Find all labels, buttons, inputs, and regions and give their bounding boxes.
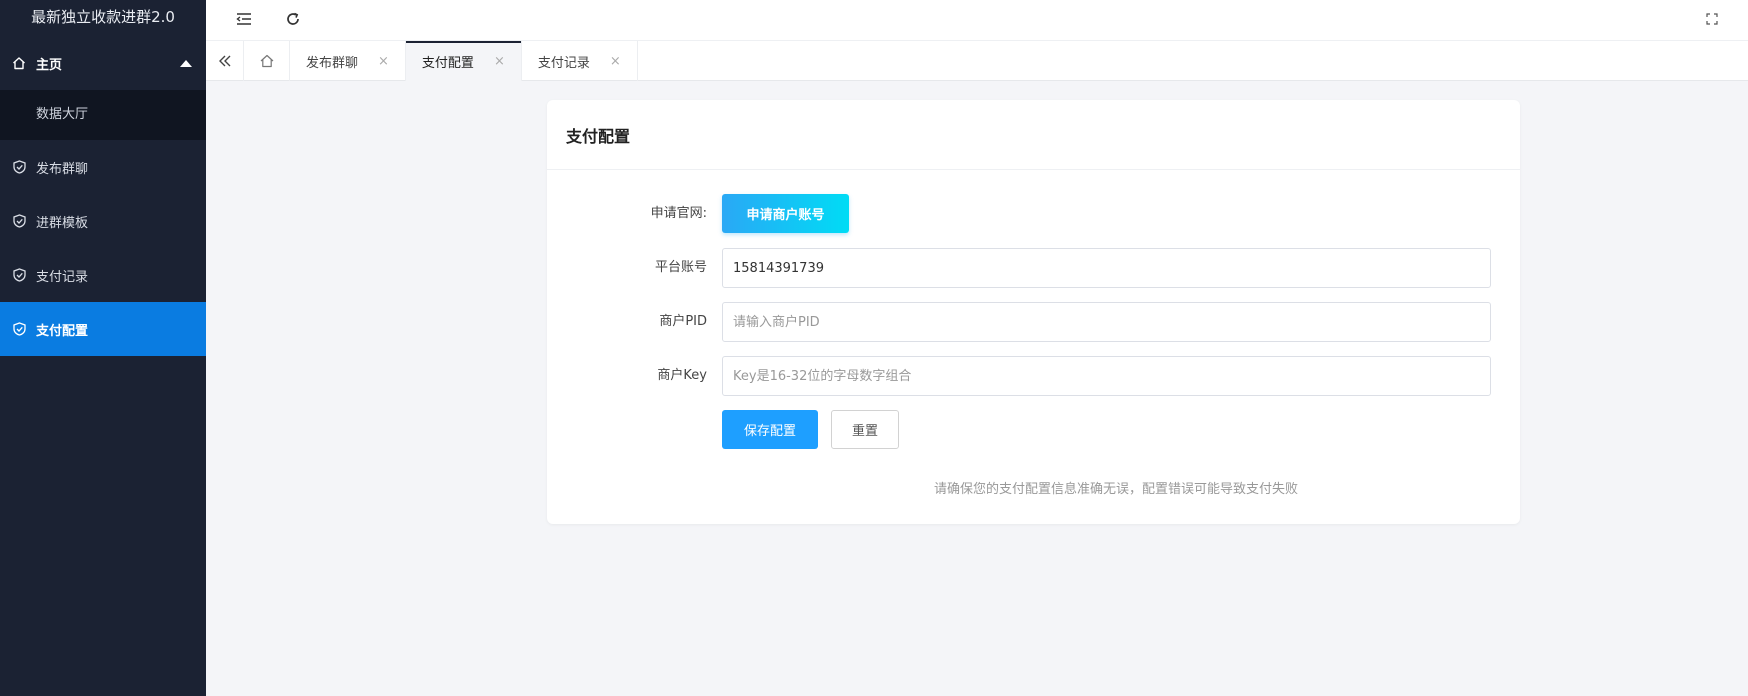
double-chevron-left-icon[interactable] xyxy=(206,41,244,81)
sidebar-subitem-dashboard[interactable]: 数据大厅 xyxy=(0,90,206,140)
fullscreen-icon[interactable] xyxy=(1701,8,1723,30)
tab-payment-config[interactable]: 支付配置 × xyxy=(405,41,522,81)
tab-payment-records[interactable]: 支付记录 × xyxy=(522,41,638,81)
shield-check-icon xyxy=(12,160,26,174)
merchant-key-input[interactable] xyxy=(722,356,1491,396)
tab-publish-group[interactable]: 发布群聊 × xyxy=(290,41,406,81)
sidebar-item-label: 支付配置 xyxy=(36,323,89,339)
account-row: 平台账号 xyxy=(547,248,1520,288)
apply-merchant-button[interactable]: 申请商户账号 xyxy=(722,194,849,233)
refresh-icon[interactable] xyxy=(282,8,304,30)
close-icon[interactable]: × xyxy=(610,54,621,69)
hint-text-wrap: 请确保您的支付配置信息准确无误，配置错误可能导致支付失败 xyxy=(547,478,1520,497)
caret-up-icon xyxy=(180,60,192,67)
apply-row: 申请官网: 申请商户账号 xyxy=(547,194,1520,234)
reset-button[interactable]: 重置 xyxy=(831,410,899,449)
sidebar-item-label: 进群模板 xyxy=(36,215,89,231)
card-title: 支付配置 xyxy=(547,100,1520,170)
tab-label: 支付配置 xyxy=(421,55,474,71)
account-label: 平台账号 xyxy=(654,260,707,275)
sidebar-item-home[interactable]: 主页 xyxy=(0,36,206,90)
sidebar-item-label: 主页 xyxy=(36,57,63,73)
home-icon xyxy=(12,56,26,70)
tab-bar: 发布群聊 × 支付配置 × 支付记录 × xyxy=(206,41,1748,81)
sidebar-item-label: 支付记录 xyxy=(36,269,89,285)
platform-account-input[interactable] xyxy=(722,248,1491,288)
payment-config-card: 支付配置 申请官网: 申请商户账号 平台账号 商户PID 商户Key 保存配置 … xyxy=(547,100,1520,524)
close-icon[interactable]: × xyxy=(494,54,505,69)
tab-home[interactable] xyxy=(244,41,290,81)
apply-label: 申请官网: xyxy=(650,206,707,221)
save-config-button[interactable]: 保存配置 xyxy=(722,410,818,449)
pid-row: 商户PID xyxy=(547,302,1520,342)
shield-check-icon xyxy=(12,214,26,228)
tab-label: 发布群聊 xyxy=(306,55,359,71)
menu-fold-icon[interactable] xyxy=(233,8,255,30)
merchant-pid-input[interactable] xyxy=(722,302,1491,342)
actions-row: 保存配置 重置 xyxy=(547,410,1520,450)
sidebar-item-payment-config[interactable]: 支付配置 xyxy=(0,302,206,356)
sidebar-item-group-template[interactable]: 进群模板 xyxy=(0,194,206,248)
hint-text: 请确保您的支付配置信息准确无误，配置错误可能导致支付失败 xyxy=(933,482,1298,497)
sidebar-item-payment-records[interactable]: 支付记录 xyxy=(0,248,206,302)
app-title: 最新独立收款进群2.0 xyxy=(0,0,206,36)
key-label: 商户Key xyxy=(657,368,707,383)
sidebar-item-label: 发布群聊 xyxy=(36,161,89,177)
tab-label: 支付记录 xyxy=(537,55,590,71)
shield-check-icon xyxy=(12,268,26,282)
top-header xyxy=(206,0,1748,41)
sidebar-item-publish-group[interactable]: 发布群聊 xyxy=(0,140,206,194)
pid-label: 商户PID xyxy=(659,314,707,329)
home-icon xyxy=(260,54,273,68)
sidebar: 最新独立收款进群2.0 主页 数据大厅 发布群聊 进群模板 支付记录 支付配置 xyxy=(0,0,206,696)
close-icon[interactable]: × xyxy=(378,54,389,69)
shield-check-icon xyxy=(12,322,26,336)
key-row: 商户Key xyxy=(547,356,1520,396)
